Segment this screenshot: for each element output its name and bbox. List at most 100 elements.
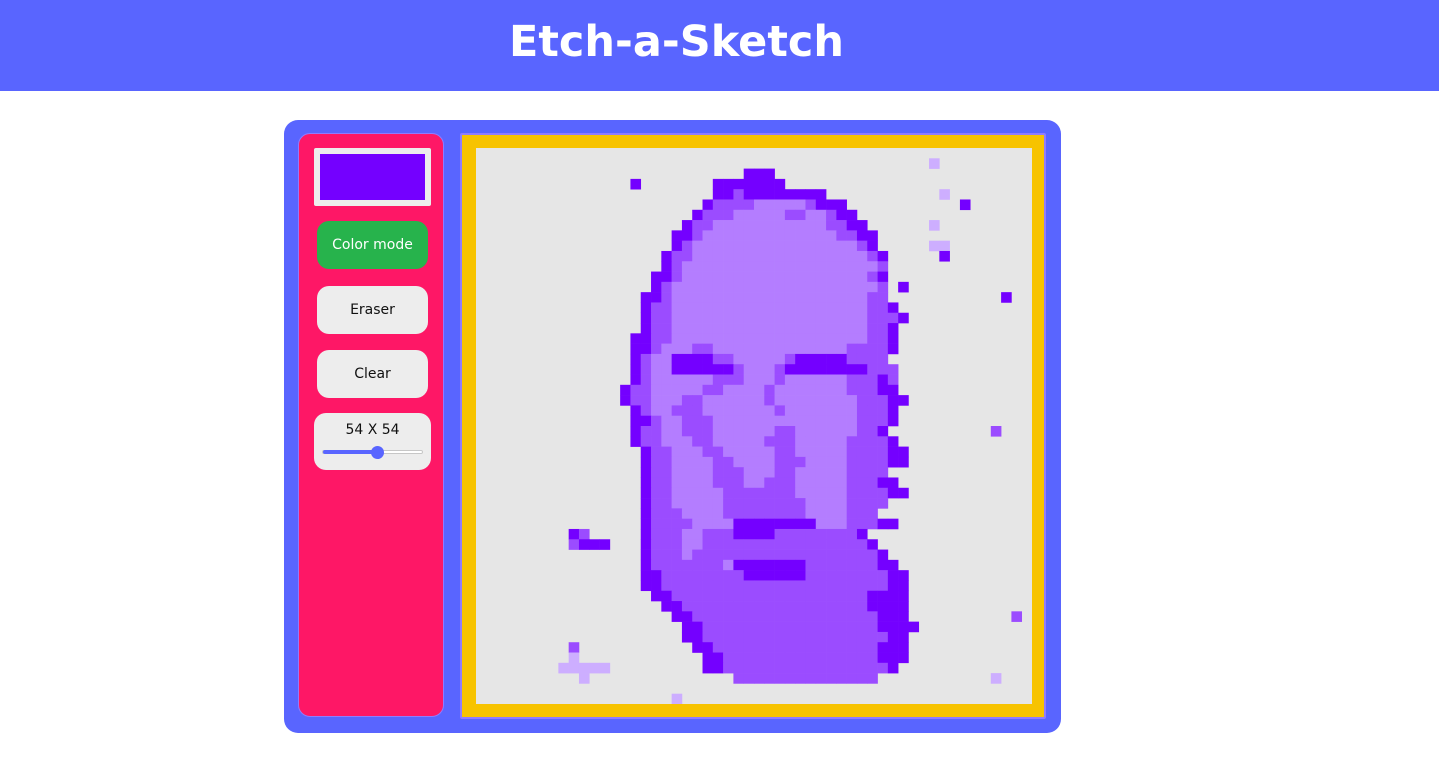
grid-cell[interactable] — [733, 426, 745, 437]
grid-cell[interactable] — [784, 302, 796, 314]
grid-cell[interactable] — [743, 168, 755, 180]
grid-cell[interactable] — [651, 549, 662, 561]
grid-cell[interactable] — [815, 281, 827, 293]
grid-cell[interactable] — [795, 436, 806, 447]
grid-cell[interactable] — [846, 220, 858, 231]
grid-cell[interactable] — [661, 405, 672, 417]
grid-cell[interactable] — [877, 549, 889, 561]
grid-cell[interactable] — [712, 323, 724, 334]
grid-cell[interactable] — [867, 631, 878, 643]
grid-cell[interactable] — [681, 611, 693, 622]
grid-cell[interactable] — [723, 261, 734, 272]
grid-cell[interactable] — [651, 477, 662, 489]
grid-cell[interactable] — [764, 415, 775, 427]
grid-cell[interactable] — [764, 673, 775, 684]
grid-cell[interactable] — [702, 209, 714, 221]
grid-cell[interactable] — [815, 384, 827, 396]
grid-cell[interactable] — [743, 456, 755, 468]
grid-cell[interactable] — [661, 292, 672, 303]
grid-cell[interactable] — [887, 601, 899, 612]
grid-cell[interactable] — [733, 621, 745, 633]
grid-cell[interactable] — [836, 250, 847, 262]
grid-cell[interactable] — [846, 631, 858, 643]
sketch-board[interactable] — [476, 148, 1032, 704]
grid-cell[interactable] — [877, 477, 889, 489]
grid-cell[interactable] — [651, 508, 662, 519]
grid-cell[interactable] — [692, 209, 703, 221]
grid-cell[interactable] — [764, 209, 775, 221]
grid-cell[interactable] — [784, 353, 796, 365]
grid-cell[interactable] — [815, 199, 827, 211]
grid-cell[interactable] — [826, 487, 837, 499]
grid-cell[interactable] — [867, 590, 878, 602]
grid-cell[interactable] — [887, 405, 899, 417]
grid-cell[interactable] — [733, 498, 745, 509]
grid-cell[interactable] — [764, 199, 775, 211]
grid-cell[interactable] — [836, 353, 847, 365]
grid-cell[interactable] — [651, 446, 662, 458]
grid-cell[interactable] — [856, 642, 868, 653]
grid-cell[interactable] — [856, 611, 868, 622]
grid-cell[interactable] — [815, 240, 827, 252]
grid-cell[interactable] — [764, 353, 775, 365]
grid-cell[interactable] — [661, 467, 672, 478]
grid-cell[interactable] — [826, 230, 837, 241]
grid-cell[interactable] — [661, 426, 672, 437]
grid-cell[interactable] — [795, 230, 806, 241]
grid-cell[interactable] — [743, 374, 755, 386]
grid-cell[interactable] — [712, 209, 724, 221]
grid-cell[interactable] — [681, 528, 693, 540]
grid-cell[interactable] — [640, 333, 652, 344]
grid-cell[interactable] — [692, 631, 703, 643]
grid-cell[interactable] — [774, 271, 786, 283]
grid-cell[interactable] — [846, 508, 858, 519]
grid-cell[interactable] — [867, 570, 878, 581]
grid-cell[interactable] — [815, 570, 827, 581]
grid-cell[interactable] — [815, 209, 827, 221]
grid-cell[interactable] — [661, 528, 672, 540]
grid-cell[interactable] — [846, 209, 858, 221]
grid-cell[interactable] — [743, 323, 755, 334]
grid-cell[interactable] — [805, 601, 817, 612]
grid-cell[interactable] — [815, 312, 827, 324]
grid-cell[interactable] — [702, 487, 714, 499]
grid-cell[interactable] — [846, 405, 858, 417]
grid-cell[interactable] — [661, 395, 672, 406]
grid-cell[interactable] — [651, 312, 662, 324]
grid-cell[interactable] — [1011, 611, 1023, 622]
grid-cell[interactable] — [671, 559, 683, 571]
grid-cell[interactable] — [651, 415, 662, 427]
grid-cell[interactable] — [795, 549, 806, 561]
grid-cell[interactable] — [784, 312, 796, 324]
slider-thumb[interactable] — [371, 446, 384, 459]
grid-cell[interactable] — [661, 384, 672, 396]
grid-cell[interactable] — [795, 467, 806, 478]
grid-cell[interactable] — [702, 323, 714, 334]
grid-cell[interactable] — [671, 384, 683, 396]
grid-cell[interactable] — [815, 250, 827, 262]
grid-cell[interactable] — [733, 250, 745, 262]
grid-cell[interactable] — [784, 570, 796, 581]
grid-cell[interactable] — [692, 487, 703, 499]
grid-cell[interactable] — [702, 528, 714, 540]
grid-cell[interactable] — [733, 456, 745, 468]
grid-cell[interactable] — [733, 395, 745, 406]
grid-cell[interactable] — [836, 662, 847, 674]
grid-cell[interactable] — [692, 353, 703, 365]
grid-cell[interactable] — [867, 240, 878, 252]
grid-cell[interactable] — [774, 353, 786, 365]
grid-cell[interactable] — [867, 281, 878, 293]
grid-cell[interactable] — [856, 498, 868, 509]
grid-cell[interactable] — [671, 395, 683, 406]
grid-cell[interactable] — [856, 570, 868, 581]
grid-cell[interactable] — [640, 570, 652, 581]
grid-cell[interactable] — [692, 528, 703, 540]
grid-cell[interactable] — [712, 333, 724, 344]
grid-cell[interactable] — [692, 590, 703, 602]
grid-cell[interactable] — [620, 384, 631, 396]
grid-cell[interactable] — [856, 456, 868, 468]
grid-cell[interactable] — [784, 477, 796, 489]
grid-cell[interactable] — [898, 312, 909, 324]
grid-cell[interactable] — [681, 271, 693, 283]
grid-cell[interactable] — [836, 611, 847, 622]
